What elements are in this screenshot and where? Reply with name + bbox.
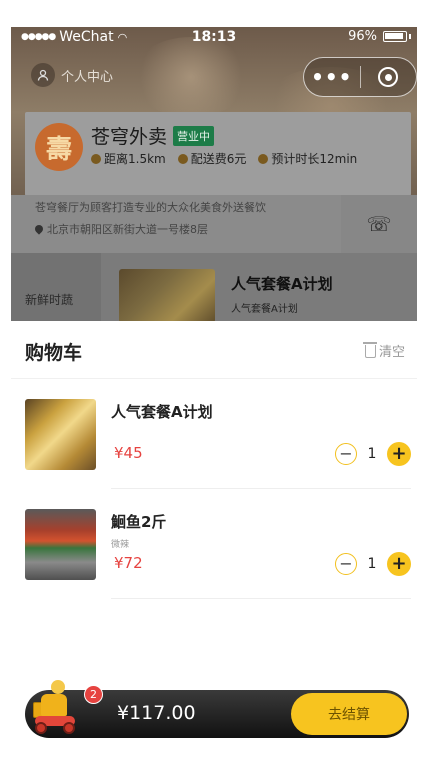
cart-title: 购物车 bbox=[25, 342, 83, 364]
rider-wheel bbox=[63, 722, 75, 734]
battery-percent: 96% bbox=[348, 29, 377, 44]
user-center-link[interactable]: 个人中心 bbox=[31, 63, 113, 87]
fee-text: 配送费6元 bbox=[190, 152, 247, 166]
fee-meta: 配送费6元 bbox=[177, 150, 247, 167]
menu-area-background: 新鲜时蔬 人气套餐A计划 人气套餐A计划 bbox=[11, 253, 417, 323]
fee-icon bbox=[177, 153, 188, 164]
cart-item: 人气套餐A计划 ¥45 − 1 + bbox=[25, 379, 411, 489]
shop-intro: 苍穹餐厅为顾客打造专业的大众化美食外送餐饮 bbox=[35, 201, 266, 214]
trash-icon bbox=[362, 342, 377, 358]
delivery-rider-icon[interactable] bbox=[31, 678, 85, 738]
cart-header: 购物车 清空 bbox=[11, 321, 417, 379]
app-screen: ●●●●● WeChat ◠ 18:13 96% 个人中心 ••• 壽 苍穹外卖… bbox=[11, 27, 417, 760]
eta-text: 预计时长12min bbox=[271, 152, 358, 166]
cart-total: ¥117.00 bbox=[117, 702, 196, 724]
cart-item-name: 鮰鱼2斤 bbox=[111, 513, 167, 531]
status-bar: ●●●●● WeChat ◠ 18:13 96% bbox=[11, 27, 417, 49]
quantity-stepper: − 1 + bbox=[335, 552, 411, 576]
category-item[interactable]: 新鲜时蔬 bbox=[25, 291, 73, 308]
shop-logo: 壽 bbox=[35, 123, 83, 171]
clock-icon bbox=[258, 153, 269, 164]
increase-button[interactable]: + bbox=[387, 442, 411, 466]
cart-item: 鮰鱼2斤 微辣 ¥72 − 1 + bbox=[25, 489, 411, 599]
decrease-button[interactable]: − bbox=[335, 553, 357, 575]
shop-name-row: 苍穹外卖 营业中 bbox=[91, 122, 215, 149]
shop-card: 壽 苍穹外卖 营业中 距离1.5km 配送费6元 预计时长12min bbox=[25, 112, 411, 196]
cart-item-image bbox=[25, 509, 96, 580]
quantity-value: 1 bbox=[367, 446, 377, 462]
item-divider bbox=[111, 598, 411, 599]
target-circle-icon bbox=[378, 67, 399, 87]
clear-cart-button[interactable]: 清空 bbox=[362, 341, 405, 360]
mini-program-capsule: ••• bbox=[303, 57, 417, 97]
battery-info: 96% bbox=[348, 29, 411, 44]
cart-item-spec: 微辣 bbox=[111, 540, 130, 550]
cart-item-price: ¥45 bbox=[114, 444, 143, 462]
user-icon bbox=[31, 63, 55, 87]
distance-meta: 距离1.5km bbox=[91, 150, 166, 167]
distance-text: 距离1.5km bbox=[104, 152, 166, 166]
clear-label: 清空 bbox=[378, 345, 405, 360]
user-center-label: 个人中心 bbox=[61, 69, 114, 85]
cart-item-name: 人气套餐A计划 bbox=[111, 403, 213, 421]
checkout-button[interactable]: 去结算 bbox=[291, 693, 407, 735]
battery-tip bbox=[409, 34, 411, 39]
distance-icon bbox=[91, 153, 101, 164]
address-text: 北京市朝阳区新街大道一号楼8层 bbox=[47, 223, 208, 236]
location-pin-icon bbox=[33, 223, 45, 235]
shop-metas: 距离1.5km 配送费6元 预计时长12min bbox=[91, 150, 357, 167]
phone-icon: ☏ bbox=[366, 212, 392, 236]
cart-item-price: ¥72 bbox=[114, 554, 143, 572]
close-mini-program-button[interactable] bbox=[360, 67, 416, 87]
rider-head bbox=[51, 680, 65, 694]
decrease-button[interactable]: − bbox=[335, 443, 357, 465]
shop-info-bar: 苍穹餐厅为顾客打造专业的大众化美食外送餐饮 北京市朝阳区新街大道一号楼8层 ☏ bbox=[11, 195, 417, 253]
more-dots-icon[interactable]: ••• bbox=[304, 65, 360, 89]
category-sidebar: 新鲜时蔬 bbox=[11, 253, 101, 323]
quantity-value: 1 bbox=[367, 556, 377, 572]
shop-name: 苍穹外卖 bbox=[91, 126, 168, 148]
call-button[interactable]: ☏ bbox=[341, 195, 417, 253]
quantity-stepper: − 1 + bbox=[335, 442, 411, 466]
rider-body bbox=[41, 694, 67, 716]
cart-count-badge: 2 bbox=[84, 685, 103, 704]
battery-icon bbox=[383, 31, 407, 42]
dish-title: 人气套餐A计划 bbox=[231, 275, 333, 293]
rider-wheel bbox=[35, 722, 47, 734]
increase-button[interactable]: + bbox=[387, 552, 411, 576]
dish-image bbox=[119, 269, 215, 323]
cart-item-image bbox=[25, 399, 96, 470]
dish-desc: 人气套餐A计划 bbox=[231, 304, 298, 315]
eta-meta: 预计时长12min bbox=[258, 150, 357, 167]
shop-address: 北京市朝阳区新街大道一号楼8层 bbox=[33, 221, 208, 237]
status-badge: 营业中 bbox=[173, 125, 215, 146]
